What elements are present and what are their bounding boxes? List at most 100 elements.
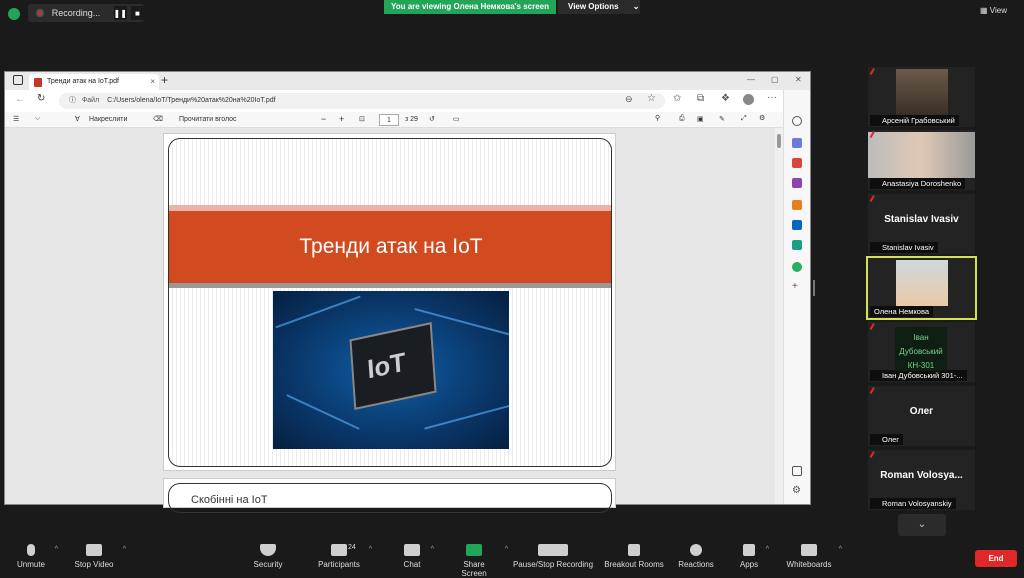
participant-tile[interactable]: Roman Volosya... Roman Volosyanskiy	[868, 450, 975, 510]
whiteboards-button[interactable]: Whiteboards ^	[786, 544, 842, 569]
draw-button[interactable]: Накреслити	[89, 116, 127, 123]
avatar-line: Дубовський	[899, 347, 943, 356]
scrollbar-thumb[interactable]	[777, 134, 781, 148]
participant-tile[interactable]: Anastasiya Doroshenko	[868, 130, 975, 190]
more-menu-icon[interactable]: ···	[767, 92, 777, 103]
participants-options-caret[interactable]: ^	[369, 546, 372, 553]
tab-actions-icon[interactable]	[13, 75, 23, 85]
settings-gear-icon[interactable]: ⚙	[759, 114, 765, 122]
zoom-icon[interactable]: ⊖	[625, 94, 633, 105]
participant-tile[interactable]: Арсеній Грабовський	[868, 67, 975, 127]
draw-icon[interactable]: ∀	[75, 115, 80, 123]
pause-stop-recording-button[interactable]: Pause/Stop Recording	[512, 544, 594, 569]
minimize-icon[interactable]: —	[747, 75, 755, 84]
highlight-icon[interactable]: ⌵	[35, 115, 40, 123]
participant-name: Stanislav Ivasiv	[870, 242, 938, 253]
edge-sidebar: + ⚙	[783, 90, 810, 504]
fit-page-icon[interactable]: ⊡	[359, 115, 365, 123]
breakout-rooms-icon	[628, 544, 640, 556]
address-field[interactable]: ⓘ Файл C:/Users/olena/IoT/Тренди%20атак%…	[59, 93, 665, 109]
page-number-input[interactable]: 1	[379, 114, 399, 126]
refresh-icon[interactable]: ↻	[37, 93, 45, 104]
sidebar-office-icon[interactable]	[792, 200, 802, 210]
browser-tab-pdf[interactable]: Тренди атак на IoT.pdf ×	[29, 74, 159, 90]
eraser-icon[interactable]: ⌫	[153, 115, 163, 123]
active-speaker-tile[interactable]: Олена Немкова	[866, 256, 977, 320]
sidebar-add-icon[interactable]: +	[792, 282, 802, 292]
chat-bubble-icon	[404, 544, 420, 556]
sidebar-search-icon[interactable]	[792, 116, 802, 126]
chat-button[interactable]: Chat ^	[400, 544, 434, 569]
stop-video-button[interactable]: Stop Video ^	[72, 544, 126, 569]
close-tab-icon[interactable]: ×	[150, 74, 155, 90]
fullscreen-icon[interactable]: ⤢	[741, 115, 747, 123]
reactions-smiley-icon	[690, 544, 702, 556]
reactions-button[interactable]: Reactions	[678, 544, 714, 569]
sidebar-outlook-icon[interactable]	[792, 220, 802, 230]
iot-chip-image: IoT	[273, 291, 509, 449]
share-options-caret[interactable]: ^	[505, 546, 508, 553]
print-icon[interactable]: ⎙	[679, 115, 685, 123]
rotate-icon[interactable]: ↺	[429, 115, 435, 123]
unmute-label: Unmute	[16, 560, 45, 569]
profile-avatar-icon[interactable]	[743, 94, 754, 105]
participant-tile[interactable]: Олег Олег	[868, 386, 975, 446]
video-options-caret[interactable]: ^	[123, 546, 126, 553]
participants-icon	[331, 544, 347, 556]
share-screen-button[interactable]: Share Screen ^	[450, 544, 508, 578]
sidebar-shopping-icon[interactable]	[792, 240, 802, 250]
pdf-scrollbar[interactable]	[775, 128, 783, 504]
avatar-line: КН-301	[907, 361, 935, 370]
participants-button[interactable]: 24 Participants ^	[316, 544, 372, 569]
breakout-rooms-label: Breakout Rooms	[604, 560, 664, 569]
view-button[interactable]: ▦ View	[980, 6, 1007, 15]
chevron-down-icon: ⌄	[632, 2, 640, 11]
gallery-scroll-down-button[interactable]: ⌄	[898, 514, 946, 536]
save-icon[interactable]: ▣	[697, 115, 704, 123]
breakout-rooms-button[interactable]: Breakout Rooms	[603, 544, 665, 569]
sidebar-games-icon[interactable]	[792, 178, 802, 188]
audio-options-caret[interactable]: ^	[55, 546, 58, 553]
apps-button[interactable]: Apps ^	[739, 544, 769, 569]
page-view-icon[interactable]: ▭	[453, 115, 460, 123]
view-button-label: View	[989, 6, 1007, 15]
save-as-icon[interactable]: ✎	[719, 115, 725, 123]
participant-name: Арсеній Грабовський	[870, 115, 959, 126]
close-window-icon[interactable]: ✕	[795, 75, 802, 84]
pause-recording-button[interactable]: ❚❚	[113, 6, 127, 20]
stop-video-label: Stop Video	[74, 560, 114, 569]
sidebar-tag-icon[interactable]	[792, 138, 802, 148]
read-aloud-button[interactable]: Прочитати вголос	[179, 116, 237, 123]
whiteboards-options-caret[interactable]: ^	[839, 546, 842, 553]
back-icon[interactable]: ←	[15, 94, 25, 105]
search-icon[interactable]: ⚲	[655, 114, 660, 122]
sidebar-settings-icon[interactable]: ⚙	[792, 486, 802, 496]
zoom-in-icon[interactable]: +	[339, 114, 344, 124]
viewing-screen-banner: You are viewing Олена Немкова's screen	[384, 0, 556, 14]
participants-count: 24	[348, 544, 356, 551]
stop-recording-button[interactable]: ■	[130, 6, 144, 20]
end-meeting-button[interactable]: End	[975, 550, 1017, 567]
next-slide-text: Скобінні на IoT	[191, 494, 268, 506]
sidebar-tree-icon[interactable]	[792, 262, 802, 272]
apps-options-caret[interactable]: ^	[766, 546, 769, 553]
contents-icon[interactable]: ☰	[13, 115, 19, 123]
chat-options-caret[interactable]: ^	[431, 546, 434, 553]
pdf-viewer-canvas[interactable]: Тренди атак на IoT IoT Скобінні на IoT	[5, 128, 775, 513]
view-options-button[interactable]: View Options ⌄	[558, 0, 640, 14]
maximize-icon[interactable]: ▢	[771, 75, 779, 84]
video-camera-icon	[86, 544, 102, 556]
extensions-icon[interactable]: ❖	[721, 93, 730, 104]
security-button[interactable]: Security	[250, 544, 286, 569]
new-tab-button[interactable]: +	[161, 73, 168, 87]
sidebar-tools-icon[interactable]	[792, 158, 802, 168]
panel-resize-handle[interactable]	[813, 280, 815, 296]
sidebar-layout-icon[interactable]	[792, 466, 802, 476]
pause-stop-icon	[538, 544, 568, 556]
unmute-button[interactable]: Unmute ^	[14, 544, 58, 569]
participant-tile[interactable]: Stanislav Ivasiv Stanislav Ivasiv	[868, 194, 975, 254]
zoom-out-icon[interactable]: −	[321, 114, 326, 124]
favorite-star-icon[interactable]: ☆	[647, 93, 656, 104]
favorites-icon[interactable]: ✩	[673, 93, 681, 104]
collections-icon[interactable]: ⧉	[697, 93, 704, 104]
